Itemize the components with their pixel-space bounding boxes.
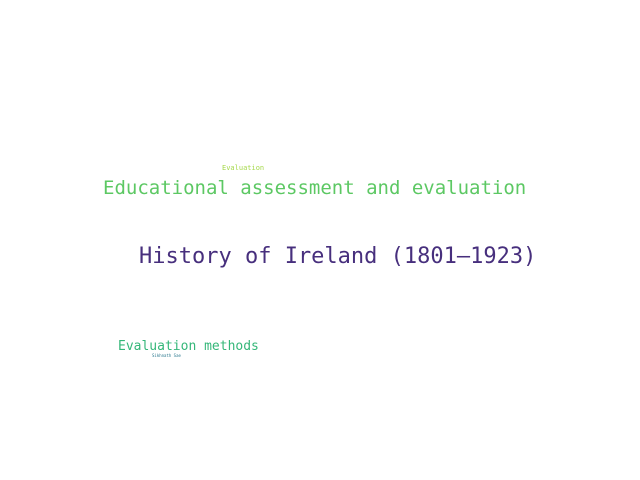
- word-cloud-canvas: Evaluation Educational assessment and ev…: [0, 0, 640, 480]
- word-small-label: Sikhnath Sae: [152, 353, 181, 358]
- word-history-of-ireland: History of Ireland (1801–1923): [139, 244, 537, 269]
- word-evaluation: Evaluation: [222, 164, 265, 172]
- word-evaluation-methods: Evaluation methods: [118, 339, 259, 354]
- word-educational-assessment: Educational assessment and evaluation: [103, 177, 527, 199]
